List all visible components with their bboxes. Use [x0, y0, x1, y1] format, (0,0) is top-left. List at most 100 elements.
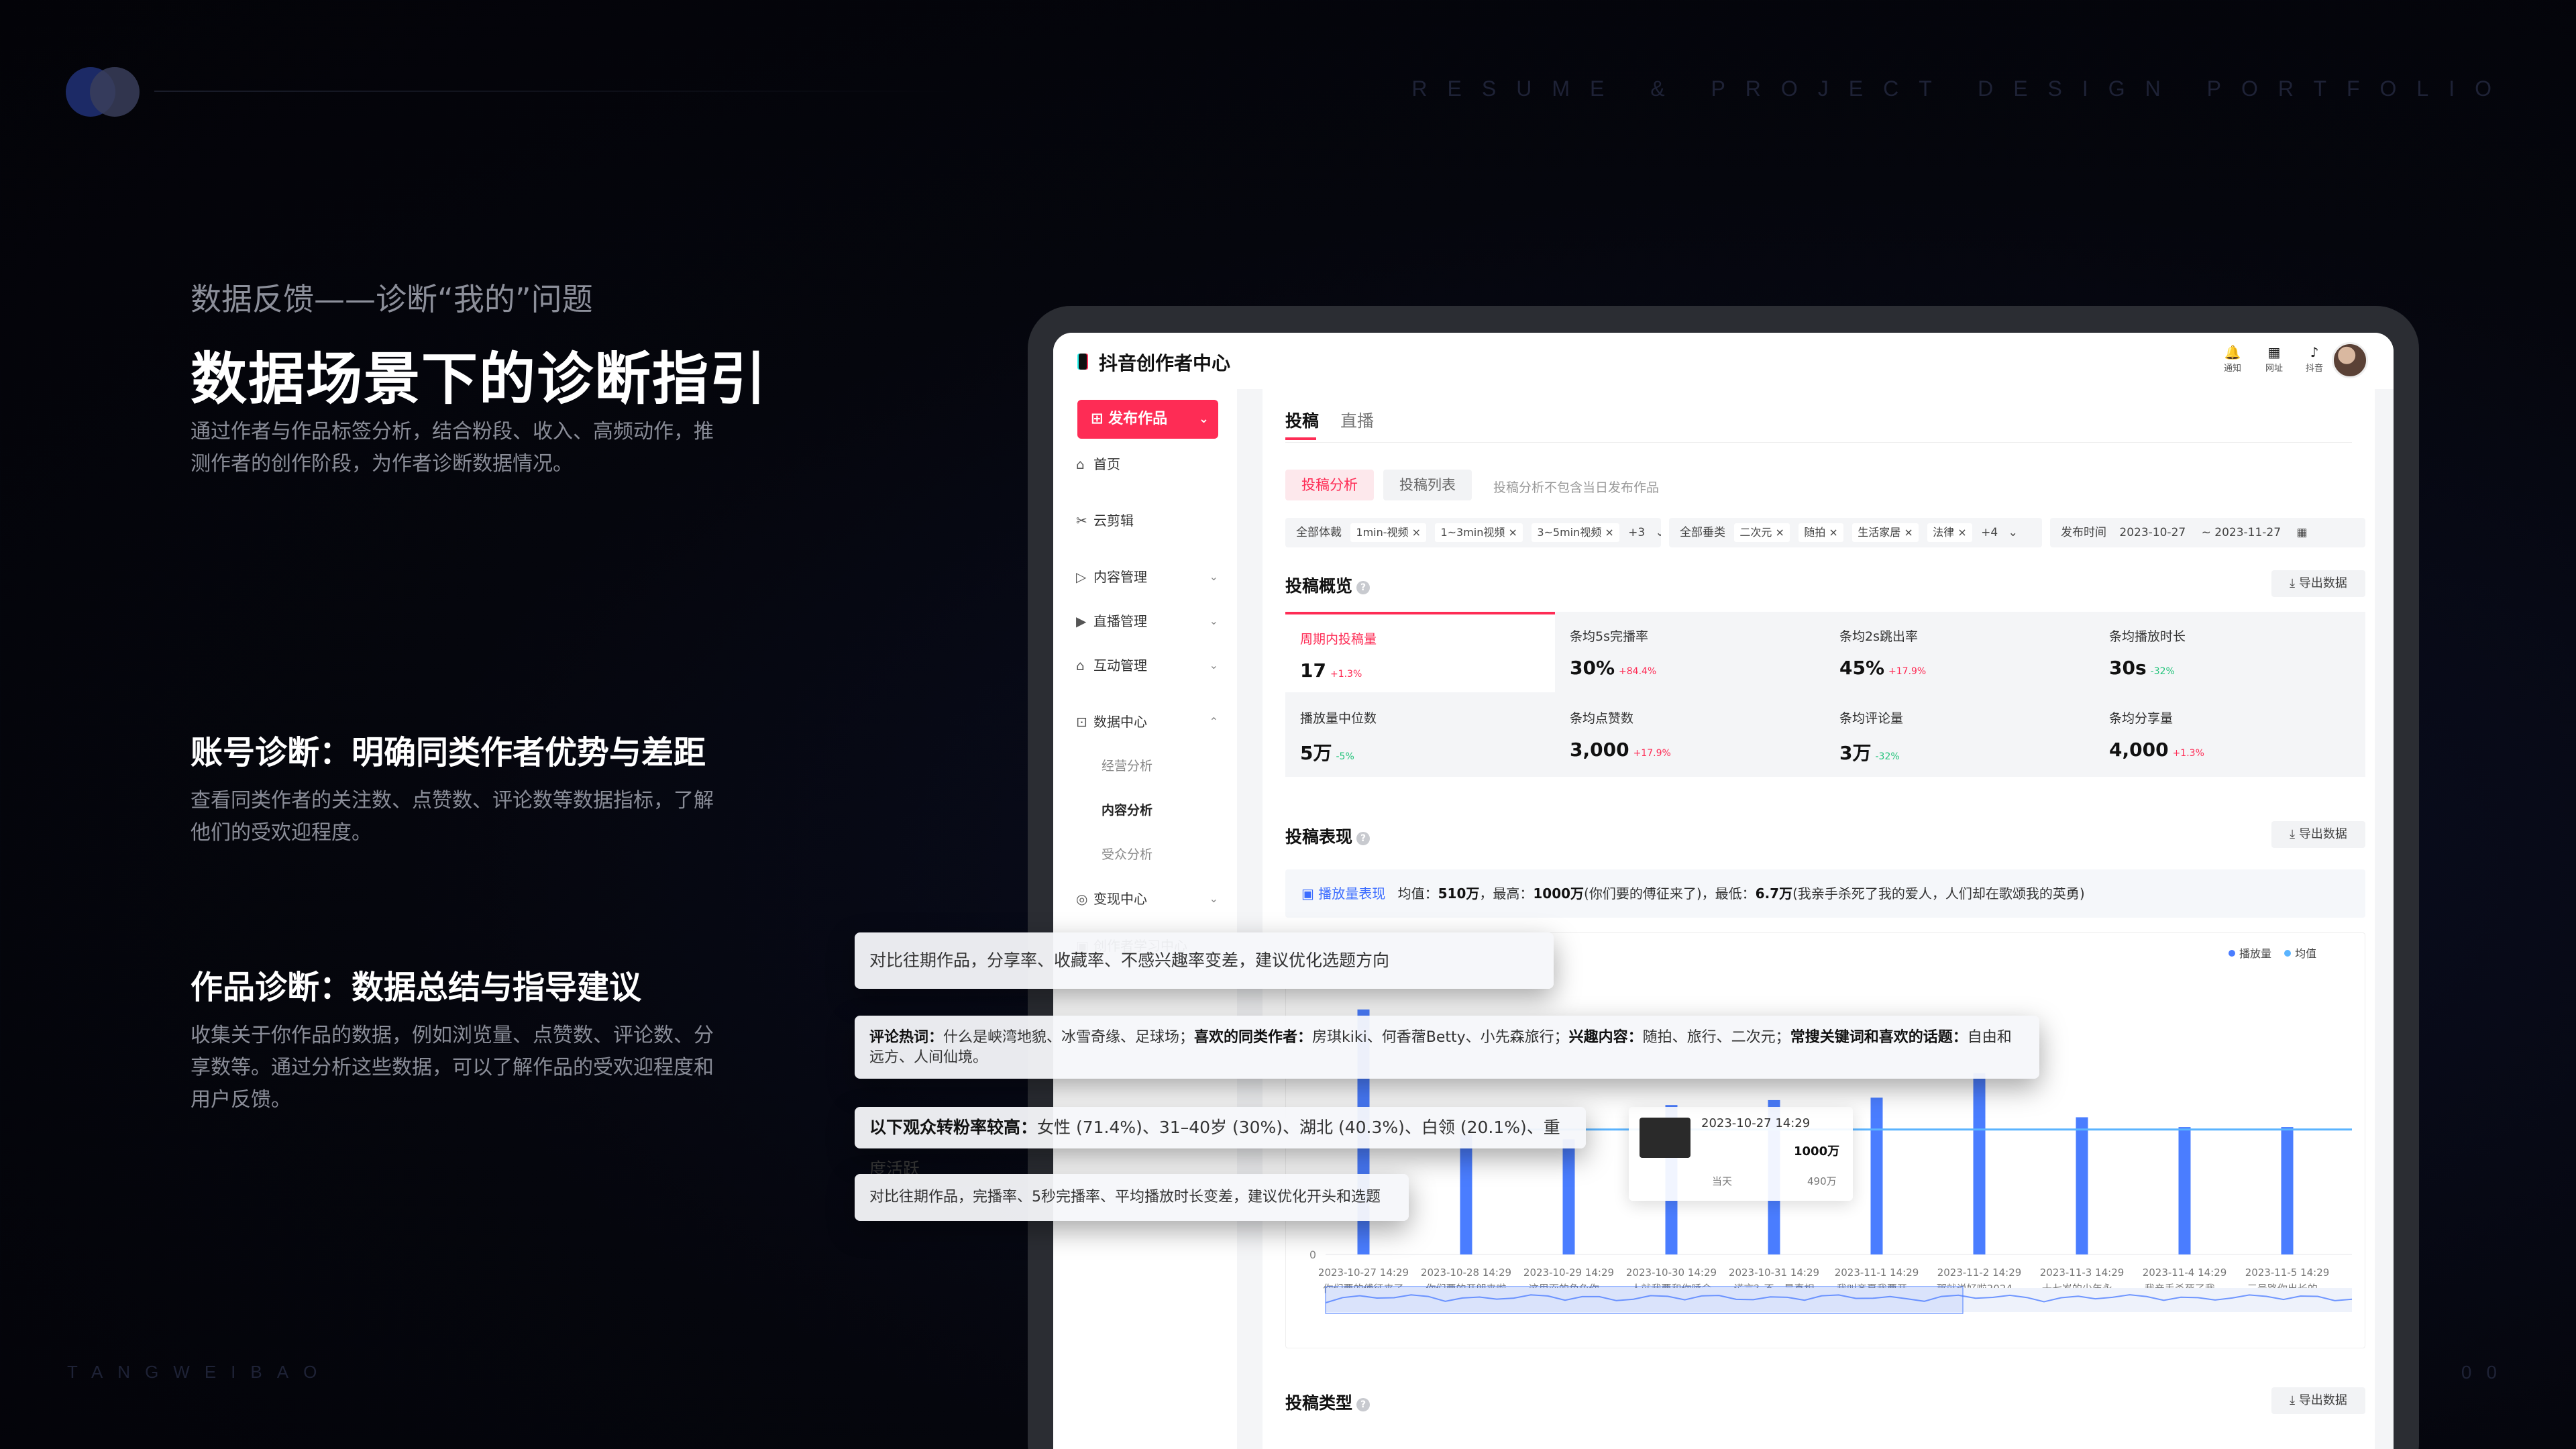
metric-card[interactable]: 条均评论量 3万 -32%	[1825, 694, 2094, 774]
nav-label: 首页	[1093, 456, 1120, 472]
export-button[interactable]: ⤓ 导出数据	[2271, 1387, 2365, 1414]
brand-name: 抖音创作者中心	[1099, 352, 1231, 374]
filter-chip[interactable]: 1~3min视频 ×	[1435, 523, 1523, 542]
cloud-edit-icon: ✂	[1076, 513, 1087, 529]
help-icon: ?	[1356, 1398, 1371, 1411]
metric-card[interactable]: 条均分享量 4,000 +1.3%	[2094, 694, 2364, 774]
brand[interactable]: 抖音创作者中心	[1077, 349, 1230, 376]
bar-6	[1870, 1097, 1883, 1254]
x-tick-label: 2023-11-3 14:29	[2040, 1267, 2125, 1279]
account-diagnosis-title: 账号诊断：明确同类作者优势与差距	[191, 734, 706, 771]
performance-title: 投稿表现?	[1285, 824, 1371, 848]
chevron-icon: ⌄	[1209, 614, 1218, 627]
help-icon: ?	[1356, 832, 1371, 845]
chevron-down-icon: ⌄	[1655, 526, 1661, 539]
metric-card[interactable]: 条均播放时长 30s -32%	[2094, 612, 2364, 692]
nav-monetize[interactable]: ◎ 变现中心 ⌄	[1076, 885, 1224, 912]
page-title: 数据场景下的诊断指引	[191, 346, 768, 412]
pill-list[interactable]: 投稿列表	[1383, 470, 1472, 500]
export-button[interactable]: ⤓ 导出数据	[2271, 570, 2365, 597]
callout-share-rate: 对比往期作品，分享率、收藏率、不感兴趣率变差，建议优化选题方向	[855, 932, 1554, 989]
metric-value: 30s -32%	[2109, 657, 2175, 679]
nav-label: 互动管理	[1093, 657, 1147, 674]
chevron-down-icon: ⌄	[2008, 526, 2018, 539]
x-tick-label: 2023-11-4 14:29	[2143, 1267, 2227, 1279]
date-from[interactable]: 2023-10-27	[2119, 526, 2186, 539]
filter-chip[interactable]: 1min-视频 ×	[1350, 523, 1427, 542]
metric-delta: -32%	[2150, 666, 2175, 677]
upload-icon: ⊞	[1091, 411, 1109, 427]
grid-icon: ▦	[2267, 344, 2281, 360]
export-button[interactable]: ⤓ 导出数据	[2271, 821, 2365, 848]
chevron-icon: ⌃	[1209, 715, 1218, 728]
calendar-icon: ▦	[2296, 526, 2308, 539]
chevron-icon: ⌄	[1209, 570, 1218, 583]
x-tick-label: 2023-10-28 14:29	[1421, 1267, 1511, 1279]
publish-button[interactable]: ⊞ 发布作品 ⌄	[1077, 400, 1218, 439]
x-tick-label: 2023-10-27 14:29	[1318, 1267, 1409, 1279]
x-tick-label: 2023-11-1 14:29	[1835, 1267, 1919, 1279]
nav-data[interactable]: ⊡ 数据中心 ⌃	[1076, 708, 1224, 735]
nav-label: 内容管理	[1093, 569, 1147, 585]
filter-chip[interactable]: 随拍 ×	[1799, 523, 1843, 542]
sidebar-subitem[interactable]: 内容分析	[1102, 797, 1152, 824]
body-type-filter[interactable]: 全部体裁 1min-视频 × 1~3min视频 × 3~5min视频 × +3 …	[1285, 518, 1661, 547]
bar-10	[2281, 1127, 2294, 1254]
category-filter[interactable]: 全部垂类 二次元 × 随拍 × 生活家居 × 法律 × +4 ⌄	[1669, 518, 2042, 547]
x-tick-label: 2023-10-31 14:29	[1729, 1267, 1819, 1279]
nav-live[interactable]: ▶ 直播管理 ⌄	[1076, 608, 1224, 635]
notification-button[interactable]: 🔔 通知	[2218, 343, 2247, 374]
x-tick-label: 2023-11-2 14:29	[1937, 1267, 2022, 1279]
author-tag: TANGWEIBAO	[67, 1362, 332, 1382]
metric-card[interactable]: 条均5s完播率 30% +84.4%	[1555, 612, 1825, 692]
nav-cloud-edit[interactable]: ✂ 云剪辑	[1076, 507, 1224, 534]
bar-7	[1973, 1073, 1986, 1254]
date-range-filter[interactable]: 发布时间 2023-10-27 ~ 2023-11-27 ▦	[2050, 518, 2365, 547]
callout-completion-rate: 对比往期作品，完播率、5秒完播率、平均播放时长变差，建议优化开头和选题	[855, 1174, 1409, 1221]
filter-chip[interactable]: 3~5min视频 ×	[1532, 523, 1619, 542]
douyin-button[interactable]: ♪ 抖音	[2300, 343, 2329, 374]
date-to[interactable]: ~ 2023-11-27	[2202, 526, 2281, 539]
metric-card[interactable]: 条均点赞数 3,000 +17.9%	[1555, 694, 1825, 774]
work-diagnosis-title: 作品诊断：数据总结与指导建议	[191, 969, 642, 1006]
pill-analysis[interactable]: 投稿分析	[1285, 470, 1374, 500]
bell-icon: 🔔	[2224, 344, 2241, 360]
x-tick-label: 2023-10-30 14:29	[1626, 1267, 1717, 1279]
metric-value: 17 +1.3%	[1300, 659, 1362, 682]
callout-audience-interests: 评论热词：什么是峡湾地貌、冰雪奇缘、足球场；喜欢的同类作者：房琪kiki、何香蓿…	[855, 1016, 2039, 1079]
filter-chip[interactable]: 生活家居 ×	[1852, 523, 1919, 542]
avatar[interactable]	[2332, 342, 2368, 378]
sidebar-subitem[interactable]: 受众分析	[1102, 841, 1152, 868]
filter-chip[interactable]: 法律 ×	[1927, 523, 1972, 542]
interact-icon: ⌂	[1076, 657, 1085, 674]
metric-card[interactable]: 条均2s跳出率 45% +17.9%	[1825, 612, 2094, 692]
tooltip-date: 2023-10-27 14:29	[1701, 1116, 1811, 1130]
filter-chip[interactable]: 二次元 ×	[1734, 523, 1790, 542]
sidebar-subitem[interactable]: 经营分析	[1102, 753, 1152, 780]
metric-value: 3,000 +17.9%	[1570, 739, 1671, 761]
nav-interact[interactable]: ⌂ 互动管理 ⌄	[1076, 652, 1224, 679]
metric-label: 播放量中位数	[1300, 711, 1377, 726]
x-tick-label: 2023-11-5 14:29	[2245, 1267, 2330, 1279]
bar-2	[1460, 1134, 1472, 1254]
tab-live[interactable]: 直播	[1340, 408, 1374, 432]
nav-content[interactable]: ▷ 内容管理 ⌄	[1076, 564, 1224, 590]
nav-label: 数据中心	[1093, 714, 1147, 730]
nav-label: 云剪辑	[1093, 513, 1134, 529]
intro-body: 通过作者与作品标签分析，结合粉段、收入、高频动作，推测作者的创作阶段，为作者诊断…	[191, 420, 714, 476]
metric-card[interactable]: 周期内投稿量 17 +1.3%	[1285, 612, 1555, 692]
range-slider-window	[1325, 1286, 1964, 1314]
y-tick-label: 0	[1309, 1248, 1316, 1261]
bar-3	[1562, 1139, 1575, 1254]
sites-button[interactable]: ▦ 网址	[2259, 343, 2289, 374]
metric-delta: -5%	[1336, 751, 1354, 762]
monetize-icon: ◎	[1076, 891, 1088, 907]
account-diagnosis-body: 查看同类作者的关注数、点赞数、评论数等数据指标，了解他们的受欢迎程度。	[191, 789, 714, 845]
douyin-icon: ♪	[2310, 344, 2319, 360]
chart-tooltip: 2023-10-27 14:29 1000万 当天 490万	[1629, 1107, 1853, 1201]
metric-card[interactable]: 播放量中位数 5万 -5%	[1285, 694, 1555, 774]
tab-submissions[interactable]: 投稿	[1285, 408, 1319, 432]
metric-delta: +1.3%	[2172, 748, 2204, 759]
nav-home[interactable]: ⌂ 首页	[1076, 451, 1224, 478]
douyin-logo-icon	[1077, 354, 1093, 372]
